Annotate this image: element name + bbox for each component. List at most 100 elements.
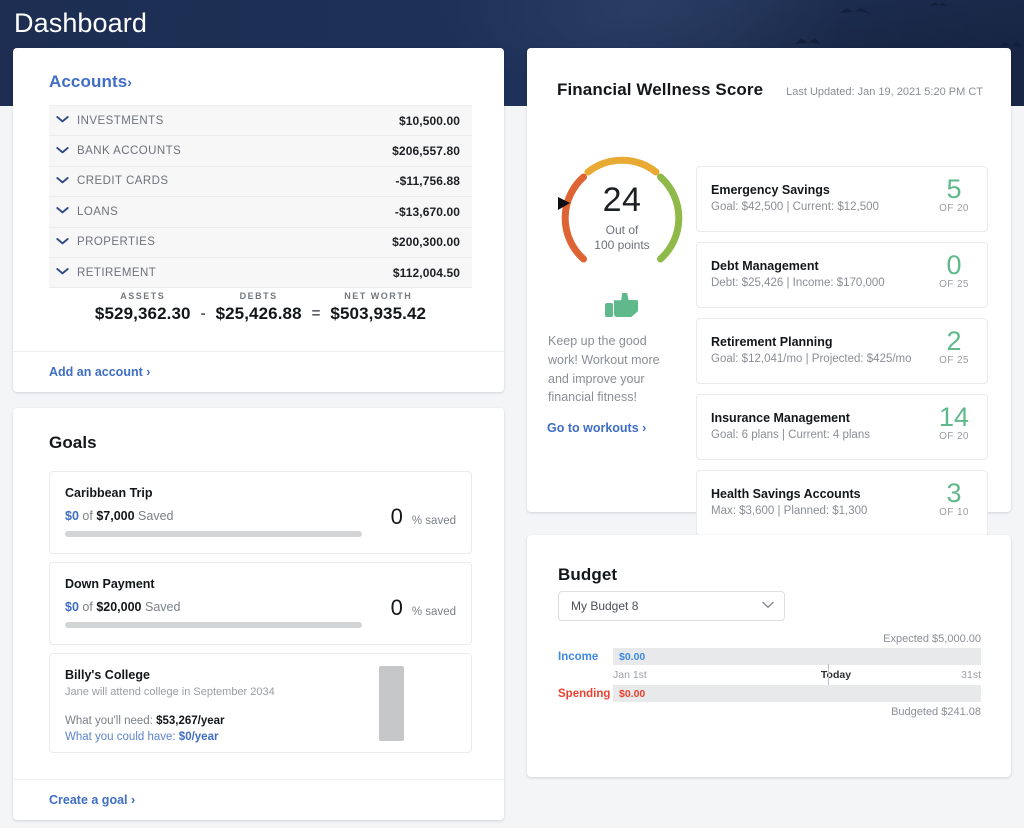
goal-saved-word: Saved (138, 509, 174, 523)
goal-saved-word: Saved (144, 600, 181, 614)
accounts-link[interactable]: Accounts› (49, 72, 132, 92)
goals-card: Goals Caribbean Trip $0 of $7,000 Saved … (13, 408, 504, 820)
score-max: OF 25 (939, 279, 969, 291)
assets-label: ASSETS (120, 291, 166, 301)
goal-of-word: of (82, 600, 93, 614)
score-points: 2 OF 25 (937, 326, 971, 367)
account-row[interactable]: CREDIT CARDS -$11,756.88 (49, 167, 472, 198)
score-value: 2 (946, 326, 962, 356)
chevron-down-icon[interactable] (56, 267, 69, 278)
goal-name: Caribbean Trip (65, 486, 153, 500)
score-name: Health Savings Accounts (711, 487, 861, 501)
score-detail: Debt: $25,426 | Income: $170,000 (711, 277, 885, 289)
gauge-score: 24 (602, 181, 642, 219)
wellness-score-item[interactable]: Debt Management Debt: $25,426 | Income: $… (696, 242, 988, 308)
wellness-score-item[interactable]: Health Savings Accounts Max: $3,600 | Pla… (696, 470, 988, 536)
score-value: 0 (946, 250, 962, 280)
account-amount: -$11,756.88 (395, 174, 460, 189)
goal-subtitle: Jane will attend college in September 20… (65, 686, 275, 698)
encouragement-text: Keep up the good work! Workout more and … (548, 334, 660, 405)
goal-item[interactable]: Down Payment $0 of $20,000 Saved 0 % sav… (49, 562, 472, 645)
income-label: Income (558, 650, 599, 663)
chevron-down-icon[interactable] (56, 176, 69, 187)
score-name: Emergency Savings (711, 183, 830, 197)
thumbs-up-icon (605, 290, 639, 320)
goals-card-footer: Create a goal › (13, 779, 504, 820)
goal-need-value: $53,267/year (156, 715, 225, 727)
equals-operator: = (311, 305, 321, 322)
score-max: OF 10 (939, 507, 969, 519)
account-row[interactable]: BANK ACCOUNTS $206,557.80 (49, 136, 472, 167)
gauge-subtitle: Out of 100 points (552, 223, 692, 253)
goal-saved-amount: $0 (65, 509, 79, 523)
assets-value: $529,362.30 (94, 304, 191, 323)
spending-label: Spending (558, 687, 611, 700)
debts-label: DEBTS (239, 291, 278, 301)
chevron-down-icon[interactable] (56, 115, 69, 126)
goal-item[interactable]: Caribbean Trip $0 of $7,000 Saved 0 % sa… (49, 471, 472, 554)
axis-end-label: 31st (961, 669, 981, 681)
debts-value: $25,426.88 (215, 304, 302, 323)
bird-silhouette-icon (840, 8, 870, 14)
expected-note: Expected $5,000.00 (883, 633, 981, 645)
chevron-down-icon[interactable] (56, 146, 69, 157)
score-max: OF 20 (939, 431, 969, 443)
add-an-account-link[interactable]: Add an account › (49, 365, 150, 379)
budget-axis: Jan 1st Today 31st (613, 664, 981, 685)
goal-item-college[interactable]: Billy's College Jane will attend college… (49, 653, 472, 753)
go-to-workouts-link[interactable]: Go to workouts › (547, 421, 697, 435)
networth-label: NET WORTH (344, 291, 413, 301)
goal-amount-line: $0 of $7,000 Saved (65, 509, 173, 523)
goal-target-amount: $7,000 (96, 509, 135, 523)
debts-block: DEBTS $25,426.88 (216, 291, 302, 324)
financial-wellness-card: Financial Wellness Score Last Updated: J… (527, 48, 1011, 536)
account-name: INVESTMENTS (77, 114, 164, 127)
gauge-outof-line2: 100 points (594, 238, 650, 252)
chevron-right-icon: › (127, 74, 133, 90)
goals-title: Goals (49, 433, 97, 452)
budget-chart: Expected $5,000.00 Income $0.00 Jan 1st … (558, 633, 981, 718)
wellness-score-item[interactable]: Emergency Savings Goal: $42,500 | Current… (696, 166, 988, 232)
goal-could-label: What you could have: (65, 731, 179, 743)
goal-progress-bar (65, 622, 362, 628)
wellness-score-item[interactable]: Retirement Planning Goal: $12,041/mo | Pr… (696, 318, 988, 384)
last-updated-text: Last Updated: Jan 19, 2021 5:20 PM CT (786, 86, 983, 98)
wellness-score-item[interactable]: Insurance Management Goal: 6 plans | Curr… (696, 394, 988, 460)
chevron-down-icon (762, 600, 774, 612)
chevron-down-icon[interactable] (56, 206, 69, 217)
account-name: PROPERTIES (77, 236, 156, 249)
budgeted-note: Budgeted $241.08 (891, 706, 981, 718)
score-detail: Max: $3,600 | Planned: $1,300 (711, 505, 868, 517)
goal-progress-bar (65, 531, 362, 537)
budget-title: Budget (558, 565, 618, 584)
account-amount: $206,557.80 (392, 144, 460, 159)
account-amount: $200,300.00 (392, 235, 460, 250)
account-row[interactable]: LOANS -$13,670.00 (49, 197, 472, 228)
bird-silhouette-icon (930, 2, 946, 7)
score-max: OF 20 (939, 203, 969, 215)
account-row[interactable]: PROPERTIES $200,300.00 (49, 228, 472, 258)
wellness-title: Financial Wellness Score (557, 80, 764, 99)
account-row[interactable]: INVESTMENTS $10,500.00 (49, 106, 472, 137)
goal-need-line: What you'll need: $53,267/year (65, 715, 225, 727)
budget-card: Budget My Budget 8 Expected $5,000.00 In… (527, 535, 1011, 777)
goal-percent: 0 % saved (391, 595, 456, 621)
score-detail: Goal: 6 plans | Current: 4 plans (711, 429, 870, 441)
income-value: $0.00 (619, 650, 646, 663)
score-name: Retirement Planning (711, 335, 833, 349)
account-row[interactable]: RETIREMENT $112,004.50 (49, 258, 472, 289)
account-amount: $10,500.00 (398, 113, 460, 128)
score-value: 14 (938, 402, 970, 432)
bird-silhouette-icon (795, 38, 821, 45)
account-amount: -$13,670.00 (394, 204, 460, 219)
spending-row: Spending $0.00 (558, 685, 981, 702)
chevron-down-icon[interactable] (56, 237, 69, 248)
goal-amount-line: $0 of $20,000 Saved (65, 600, 180, 614)
score-name: Insurance Management (711, 411, 850, 425)
today-marker-tick (827, 664, 829, 685)
budget-select[interactable]: My Budget 8 (558, 591, 785, 621)
goal-percent-value: 0 (390, 595, 403, 620)
goal-saved-amount: $0 (65, 600, 79, 614)
account-name: LOANS (77, 205, 119, 218)
create-a-goal-link[interactable]: Create a goal › (49, 793, 135, 807)
